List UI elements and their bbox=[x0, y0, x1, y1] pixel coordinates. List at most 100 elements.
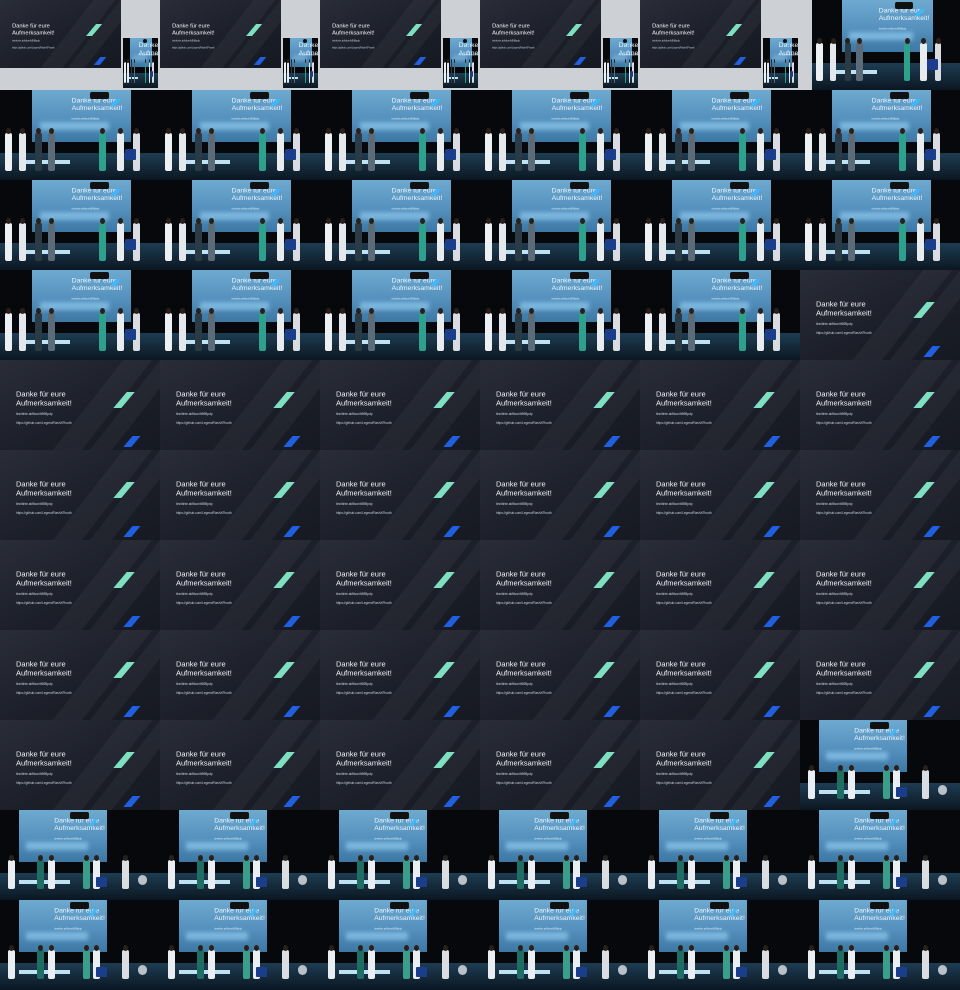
slide-link-2: https://github.com/LegendFlashXFhurtb bbox=[816, 421, 872, 426]
person bbox=[35, 223, 43, 261]
desk bbox=[179, 160, 231, 164]
slide-frame: Danke für eure Aufmerksamkeit! tinnitinte… bbox=[0, 450, 160, 540]
person bbox=[4, 133, 12, 171]
person bbox=[644, 223, 652, 261]
slide-link-2: https://github.com/LegendFlashXFhurtb bbox=[16, 421, 72, 426]
person-head bbox=[935, 37, 941, 45]
projector bbox=[249, 271, 269, 279]
slide-link-2: https://github.com/LegendFlashXFhurtb bbox=[652, 46, 695, 50]
person bbox=[208, 860, 216, 890]
stage-light bbox=[777, 874, 788, 885]
chair bbox=[924, 239, 936, 251]
accent-blue-shape bbox=[603, 705, 621, 717]
frame-thumbnail: Danke für eure Aufmerksamkeit!tinnitinte… bbox=[640, 900, 800, 990]
desk bbox=[179, 340, 231, 344]
screen-highlight bbox=[26, 842, 88, 850]
desk bbox=[127, 77, 139, 79]
stage-photo: Danke für eure Aufmerksamkeit!tinnitinte… bbox=[763, 38, 798, 88]
accent-blue-shape bbox=[443, 615, 461, 627]
accent-blue-shape bbox=[413, 57, 427, 66]
person-head bbox=[602, 855, 608, 862]
frame-thumbnail: Danke für eure Aufmerksamkeit!tinnitinte… bbox=[480, 360, 640, 450]
accent-blue-shape bbox=[123, 615, 141, 627]
slide-link-1: tinnitinte.at/ttkon/tt898pdp bbox=[54, 927, 82, 931]
desk bbox=[339, 880, 391, 884]
person bbox=[916, 223, 924, 261]
person bbox=[808, 860, 816, 890]
person-head bbox=[773, 59, 775, 63]
projector bbox=[409, 181, 429, 189]
slide-frame: Danke für eure Aufmerksamkeit! tinnitinte… bbox=[640, 360, 800, 450]
slide-link-1: tinnitinte.at/ttkon/tt898pdp bbox=[298, 53, 318, 57]
chair bbox=[736, 876, 748, 888]
person-head bbox=[453, 307, 460, 315]
desk bbox=[499, 970, 551, 974]
slide-link-1: tinnitinte.at/ttkon/tt898pdp bbox=[16, 412, 53, 417]
slide-link-1: tinnitinte.at/ttkon/tt898pdp bbox=[551, 117, 580, 121]
person bbox=[579, 133, 587, 171]
slide-link-1: tinnitinte.at/ttkon/tt898pdp bbox=[176, 412, 213, 417]
screen-highlight bbox=[186, 842, 248, 850]
stage-floor bbox=[800, 783, 960, 810]
accent-blue-shape bbox=[733, 57, 747, 66]
slide-frame: Danke für eure Aufmerksamkeit! tinnitinte… bbox=[800, 360, 960, 450]
person-head bbox=[437, 307, 444, 315]
person bbox=[208, 313, 216, 351]
person bbox=[339, 133, 347, 171]
stage-photo: Danke für eure Aufmerksamkeit!tinnitinte… bbox=[320, 270, 480, 360]
frame-thumbnail: Danke für eure Aufmerksamkeit!tinnitinte… bbox=[320, 0, 480, 90]
slide-link-1: tinnitinte.at/ttkon/tt898pdp bbox=[176, 592, 213, 597]
chair bbox=[284, 239, 296, 251]
slide-link-2: https://github.com/LegendFlashXFhurtb bbox=[16, 511, 72, 516]
person bbox=[808, 950, 816, 980]
person bbox=[19, 223, 27, 261]
accent-blue-shape bbox=[283, 435, 301, 447]
person-head bbox=[904, 37, 910, 45]
person-head bbox=[917, 217, 924, 225]
chair bbox=[150, 71, 153, 77]
person bbox=[515, 313, 523, 351]
slide-link-1: tinnitinte.at/ttkon/tt898pdp bbox=[176, 772, 213, 777]
slide-title: Danke für eure Aufmerksamkeit! bbox=[816, 569, 872, 588]
desk bbox=[499, 340, 551, 344]
frame-thumbnail: Danke für eure Aufmerksamkeit!tinnitinte… bbox=[320, 90, 480, 180]
slide-frame: Danke für eure Aufmerksamkeit! tinnitinte… bbox=[160, 630, 320, 720]
person bbox=[196, 950, 204, 980]
slide-title: Danke für eure Aufmerksamkeit! bbox=[496, 659, 552, 678]
desk bbox=[19, 160, 71, 164]
person bbox=[83, 950, 91, 980]
person bbox=[368, 313, 376, 351]
slide-title: Danke für eure Aufmerksamkeit! bbox=[816, 389, 872, 408]
projection-screen: Danke für eure Aufmerksamkeit!tinnitinte… bbox=[659, 900, 748, 953]
person bbox=[19, 313, 27, 351]
projector bbox=[70, 811, 90, 819]
person-head bbox=[597, 127, 604, 135]
accent-blue-shape bbox=[923, 435, 941, 447]
contact-sheet-grid: Danke für eure Aufmerksamkeit! tinnitinte… bbox=[0, 0, 960, 990]
frame-thumbnail: Danke für eure Aufmerksamkeit!tinnitinte… bbox=[800, 360, 960, 450]
frame-thumbnail: Danke für eure Aufmerksamkeit!tinnitinte… bbox=[640, 810, 800, 900]
person bbox=[116, 313, 124, 351]
person-head bbox=[468, 59, 470, 63]
person bbox=[179, 313, 187, 351]
slide-link-1: tinnitinte.at/ttkon/tt898pdp bbox=[332, 39, 360, 43]
desk bbox=[339, 250, 391, 254]
person bbox=[281, 860, 289, 890]
frame-thumbnail: Danke für eure Aufmerksamkeit!tinnitinte… bbox=[480, 90, 640, 180]
accent-blue-shape bbox=[763, 795, 781, 807]
person bbox=[488, 950, 496, 980]
person-head bbox=[788, 59, 790, 63]
slide-link-1: tinnitinte.at/ttkon/tt898pdp bbox=[231, 297, 260, 301]
chair bbox=[310, 71, 313, 77]
person bbox=[829, 43, 837, 81]
slide-link-1: tinnitinte.at/ttkon/tt898pdp bbox=[12, 39, 40, 43]
stage-photo: Danke für eure Aufmerksamkeit!tinnitinte… bbox=[480, 180, 640, 270]
stage-light bbox=[777, 964, 788, 975]
slide-frame: Danke für eure Aufmerksamkeit! tinnitinte… bbox=[800, 450, 960, 540]
person bbox=[563, 950, 571, 980]
person bbox=[764, 62, 766, 83]
chair bbox=[576, 876, 588, 888]
frame-thumbnail: Danke für eure Aufmerksamkeit!tinnitinte… bbox=[640, 180, 800, 270]
slide-link-1: tinnitinte.at/ttkon/tt898pdp bbox=[231, 117, 260, 121]
slide-link-2: https://github.com/LegendFlashXFhurtb bbox=[176, 511, 232, 516]
